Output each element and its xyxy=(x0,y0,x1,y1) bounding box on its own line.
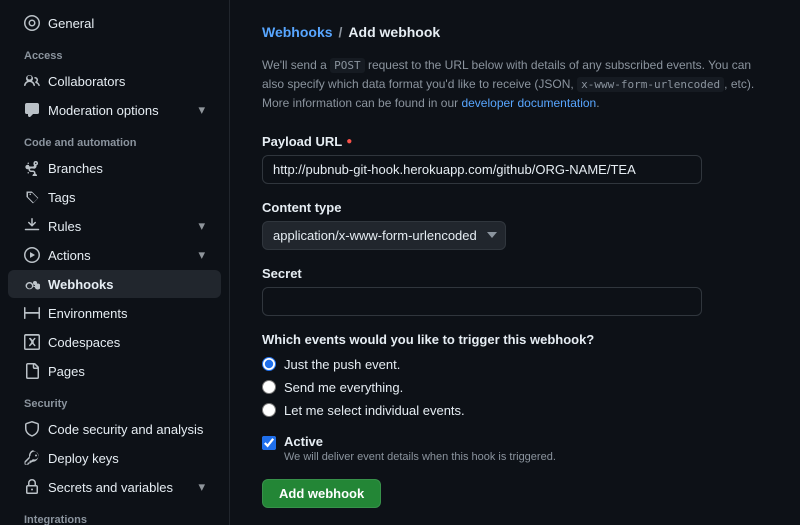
chevron-down-icon: ▾ xyxy=(198,247,205,263)
events-title: Which events would you like to trigger t… xyxy=(262,332,768,347)
sidebar-environments-label: Environments xyxy=(48,306,127,321)
section-access: Access xyxy=(0,38,229,66)
radio-push-input[interactable] xyxy=(262,357,276,371)
sidebar-item-moderation[interactable]: Moderation options ▾ xyxy=(8,96,221,124)
code-icon xyxy=(24,334,40,350)
sidebar-rules-label: Rules xyxy=(48,219,81,234)
tag-icon xyxy=(24,189,40,205)
comment-icon xyxy=(24,102,40,118)
radio-everything-label: Send me everything. xyxy=(284,380,403,395)
key-icon xyxy=(24,450,40,466)
breadcrumb-link[interactable]: Webhooks xyxy=(262,24,333,40)
people-icon xyxy=(24,73,40,89)
radio-individual-input[interactable] xyxy=(262,403,276,417)
sidebar-item-code-security[interactable]: Code security and analysis xyxy=(8,415,221,443)
sidebar-codespaces-label: Codespaces xyxy=(48,335,120,350)
sidebar-code-security-label: Code security and analysis xyxy=(48,422,203,437)
sidebar-item-general[interactable]: General xyxy=(8,9,221,37)
sidebar-item-general-label: General xyxy=(48,16,94,31)
sidebar-moderation-label: Moderation options xyxy=(48,103,159,118)
sidebar-webhooks-label: Webhooks xyxy=(48,277,114,292)
branch-icon xyxy=(24,160,40,176)
main-content: Webhooks / Add webhook We'll send a POST… xyxy=(230,0,800,525)
breadcrumb: Webhooks / Add webhook xyxy=(262,24,768,40)
sidebar-item-deploy-keys[interactable]: Deploy keys xyxy=(8,444,221,472)
sidebar-item-rules[interactable]: Rules ▾ xyxy=(8,212,221,240)
chevron-down-icon: ▾ xyxy=(198,479,205,495)
sidebar-pages-label: Pages xyxy=(48,364,85,379)
active-checkbox-label[interactable]: Active We will deliver event details whe… xyxy=(262,434,768,463)
radio-individual[interactable]: Let me select individual events. xyxy=(262,403,768,418)
chevron-down-icon: ▾ xyxy=(198,102,205,118)
radio-individual-label: Let me select individual events. xyxy=(284,403,465,418)
sidebar-item-codespaces[interactable]: Codespaces xyxy=(8,328,221,356)
breadcrumb-current: Add webhook xyxy=(348,24,440,40)
sidebar-item-tags[interactable]: Tags xyxy=(8,183,221,211)
developer-docs-link[interactable]: developer documentation xyxy=(461,96,596,110)
sidebar-item-collaborators[interactable]: Collaborators xyxy=(8,67,221,95)
radio-everything[interactable]: Send me everything. xyxy=(262,380,768,395)
sidebar-item-environments[interactable]: Environments xyxy=(8,299,221,327)
sidebar-item-secrets[interactable]: Secrets and variables ▾ xyxy=(8,473,221,501)
sidebar-branches-label: Branches xyxy=(48,161,103,176)
rule-icon xyxy=(24,218,40,234)
events-group: Which events would you like to trigger t… xyxy=(262,332,768,418)
active-label: Active xyxy=(284,434,556,449)
payload-url-label: Payload URL ● xyxy=(262,134,768,149)
sidebar-secrets-label: Secrets and variables xyxy=(48,480,173,495)
radio-everything-input[interactable] xyxy=(262,380,276,394)
section-integrations: Integrations xyxy=(0,502,229,525)
secret-group: Secret xyxy=(262,266,768,316)
secret-input[interactable] xyxy=(262,287,702,316)
info-description: We'll send a POST request to the URL bel… xyxy=(262,56,768,114)
secret-label: Secret xyxy=(262,266,768,281)
shield-icon xyxy=(24,421,40,437)
active-description: We will deliver event details when this … xyxy=(284,451,556,463)
section-code-automation: Code and automation xyxy=(0,125,229,153)
sidebar-collaborators-label: Collaborators xyxy=(48,74,125,89)
sidebar: General Access Collaborators Moderation … xyxy=(0,0,230,525)
sidebar-item-branches[interactable]: Branches xyxy=(8,154,221,182)
payload-url-input[interactable] xyxy=(262,155,702,184)
sidebar-actions-label: Actions xyxy=(48,248,91,263)
payload-url-group: Payload URL ● xyxy=(262,134,768,184)
env-icon xyxy=(24,305,40,321)
content-type-select[interactable]: application/x-www-form-urlencoded applic… xyxy=(262,221,506,250)
lock-icon xyxy=(24,479,40,495)
chevron-down-icon: ▾ xyxy=(198,218,205,234)
content-type-group: Content type application/x-www-form-urle… xyxy=(262,200,768,250)
active-group: Active We will deliver event details whe… xyxy=(262,434,768,463)
webhook-icon xyxy=(24,276,40,292)
sidebar-deploy-keys-label: Deploy keys xyxy=(48,451,119,466)
active-text-block: Active We will deliver event details whe… xyxy=(284,434,556,463)
sidebar-item-actions[interactable]: Actions ▾ xyxy=(8,241,221,269)
radio-push-label: Just the push event. xyxy=(284,357,400,372)
radio-push-event[interactable]: Just the push event. xyxy=(262,357,768,372)
play-icon xyxy=(24,247,40,263)
breadcrumb-separator: / xyxy=(339,24,343,40)
page-icon xyxy=(24,363,40,379)
content-type-label: Content type xyxy=(262,200,768,215)
add-webhook-button[interactable]: Add webhook xyxy=(262,479,381,508)
gear-icon xyxy=(24,15,40,31)
section-security: Security xyxy=(0,386,229,414)
sidebar-tags-label: Tags xyxy=(48,190,75,205)
required-indicator: ● xyxy=(346,136,352,147)
sidebar-item-pages[interactable]: Pages xyxy=(8,357,221,385)
sidebar-item-webhooks[interactable]: Webhooks xyxy=(8,270,221,298)
active-checkbox[interactable] xyxy=(262,436,276,450)
